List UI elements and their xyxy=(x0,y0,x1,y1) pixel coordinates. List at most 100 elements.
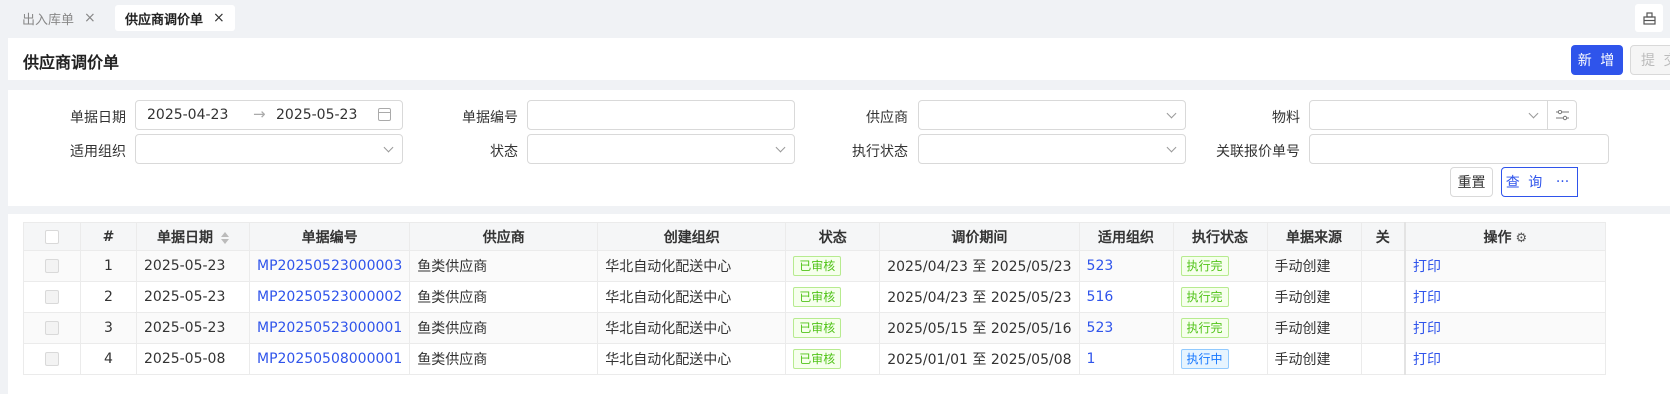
col-date-label: 单据日期 xyxy=(157,229,213,246)
tab-bar: 出入库单 × 供应商调价单 × xyxy=(0,0,1670,34)
row-index: 1 xyxy=(80,250,137,282)
col-period: 调价期间 xyxy=(879,222,1080,251)
chevron-down-icon xyxy=(1528,108,1539,119)
quote-no-label: 关联报价单号 xyxy=(1216,144,1300,160)
reset-button[interactable]: 重置 xyxy=(1450,167,1493,197)
select-all-checkbox[interactable] xyxy=(23,222,81,251)
col-related: 关 xyxy=(1360,222,1406,251)
quote-no-input[interactable] xyxy=(1309,134,1609,164)
date-end[interactable]: 2025-05-23 xyxy=(276,107,357,123)
row-create-org: 华北自动化配送中心 xyxy=(597,281,787,313)
col-doc-no: 单据编号 xyxy=(248,222,411,251)
exec-status-badge: 执行完 xyxy=(1180,318,1229,338)
submit-button[interactable]: 提 交 xyxy=(1630,45,1670,75)
status-badge: 已审核 xyxy=(793,287,842,307)
row-doc-no-link[interactable]: MP20250523000001 xyxy=(248,312,411,344)
calendar-icon xyxy=(378,108,391,121)
org-label: 适用组织 xyxy=(70,144,126,160)
table-panel: # 单据日期 单据编号 供应商 创建组织 状态 调价期间 适用组织 执行状态 单… xyxy=(8,214,1670,394)
print-link[interactable]: 打印 xyxy=(1404,343,1606,375)
row-supplier: 鱼类供应商 xyxy=(409,250,599,282)
table-row[interactable]: 1 2025-05-23 MP20250523000003 鱼类供应商 华北自动化配送中… xyxy=(23,250,1606,282)
supplier-label: 供应商 xyxy=(866,110,908,126)
row-status-cell: 已审核 xyxy=(785,250,881,282)
col-exec-status: 执行状态 xyxy=(1172,222,1268,251)
table-row[interactable]: 3 2025-05-23 MP20250523000001 鱼类供应商 华北自动化配送中… xyxy=(23,312,1606,344)
date-start[interactable]: 2025-04-23 xyxy=(147,107,228,123)
row-checkbox[interactable] xyxy=(23,281,81,313)
close-icon[interactable]: × xyxy=(213,10,225,26)
exec-status-label: 执行状态 xyxy=(852,144,908,160)
tab-stock-order[interactable]: 出入库单 × xyxy=(12,5,106,31)
row-source: 手动创建 xyxy=(1266,343,1362,375)
material-label: 物料 xyxy=(1272,110,1300,126)
status-label: 状态 xyxy=(490,144,518,160)
row-doc-no-link[interactable]: MP20250508000001 xyxy=(248,343,411,375)
row-apply-org-link[interactable]: 1 xyxy=(1078,343,1174,375)
row-apply-org-link[interactable]: 523 xyxy=(1078,250,1174,282)
org-icon[interactable] xyxy=(1635,4,1663,32)
row-date: 2025-05-23 xyxy=(136,250,250,282)
tab-label: 出入库单 xyxy=(22,12,75,28)
row-apply-org-link[interactable]: 523 xyxy=(1078,312,1174,344)
status-select[interactable] xyxy=(527,134,795,164)
row-related xyxy=(1360,312,1406,344)
row-period: 2025/01/01 至 2025/05/08 xyxy=(879,343,1080,375)
row-index: 2 xyxy=(80,281,137,313)
org-select[interactable] xyxy=(135,134,403,164)
row-exec-cell: 执行完 xyxy=(1172,312,1268,344)
col-status: 状态 xyxy=(785,222,881,251)
row-period: 2025/05/15 至 2025/05/16 xyxy=(879,312,1080,344)
supplier-select[interactable] xyxy=(918,100,1186,130)
row-status-cell: 已审核 xyxy=(785,312,881,344)
gear-icon[interactable]: ⚙ xyxy=(1515,231,1527,246)
row-exec-cell: 执行完 xyxy=(1172,250,1268,282)
row-period: 2025/04/23 至 2025/05/23 xyxy=(879,250,1080,282)
exec-status-badge: 执行完 xyxy=(1180,256,1229,276)
row-related xyxy=(1360,343,1406,375)
row-create-org: 华北自动化配送中心 xyxy=(597,312,787,344)
row-exec-cell: 执行完 xyxy=(1172,281,1268,313)
row-checkbox[interactable] xyxy=(23,250,81,282)
print-link[interactable]: 打印 xyxy=(1404,250,1606,282)
material-select[interactable] xyxy=(1309,100,1548,130)
chevron-down-icon xyxy=(1166,108,1177,119)
table-row[interactable]: 4 2025-05-08 MP20250508000001 鱼类供应商 华北自动化配送中… xyxy=(23,343,1606,375)
table-row[interactable]: 2 2025-05-23 MP20250523000002 鱼类供应商 华北自动化配送中… xyxy=(23,281,1606,313)
status-badge: 已审核 xyxy=(793,318,842,338)
row-supplier: 鱼类供应商 xyxy=(409,281,599,313)
table-header: # 单据日期 单据编号 供应商 创建组织 状态 调价期间 适用组织 执行状态 单… xyxy=(23,222,1606,251)
date-range-picker[interactable]: 2025-04-23 → 2025-05-23 xyxy=(135,100,403,130)
more-options-button[interactable]: ··· xyxy=(1548,167,1578,197)
tab-supplier-price-adjust[interactable]: 供应商调价单 × xyxy=(115,5,235,31)
col-date[interactable]: 单据日期 xyxy=(136,222,250,251)
print-link[interactable]: 打印 xyxy=(1404,281,1606,313)
col-index: # xyxy=(80,222,137,251)
add-button[interactable]: 新 增 xyxy=(1571,45,1623,75)
row-apply-org-link[interactable]: 516 xyxy=(1078,281,1174,313)
row-source: 手动创建 xyxy=(1266,250,1362,282)
filter-settings-icon[interactable] xyxy=(1547,100,1577,130)
tab-label: 供应商调价单 xyxy=(125,12,204,28)
row-date: 2025-05-23 xyxy=(136,281,250,313)
row-period: 2025/04/23 至 2025/05/23 xyxy=(879,281,1080,313)
row-create-org: 华北自动化配送中心 xyxy=(597,343,787,375)
exec-status-badge: 执行中 xyxy=(1180,349,1229,369)
row-related xyxy=(1360,250,1406,282)
row-checkbox[interactable] xyxy=(23,312,81,344)
row-checkbox[interactable] xyxy=(23,343,81,375)
query-button[interactable]: 查 询 xyxy=(1501,167,1549,197)
row-status-cell: 已审核 xyxy=(785,343,881,375)
exec-status-select[interactable] xyxy=(918,134,1186,164)
doc-no-input[interactable] xyxy=(527,100,795,130)
row-doc-no-link[interactable]: MP20250523000002 xyxy=(248,281,411,313)
row-supplier: 鱼类供应商 xyxy=(409,343,599,375)
close-icon[interactable]: × xyxy=(84,10,96,26)
print-link[interactable]: 打印 xyxy=(1404,312,1606,344)
page-title: 供应商调价单 xyxy=(23,53,120,72)
row-doc-no-link[interactable]: MP20250523000003 xyxy=(248,250,411,282)
chevron-down-icon xyxy=(1166,142,1177,153)
arrow-right-icon: → xyxy=(253,105,266,123)
doc-no-label: 单据编号 xyxy=(462,110,518,126)
sort-icon[interactable] xyxy=(221,231,229,245)
